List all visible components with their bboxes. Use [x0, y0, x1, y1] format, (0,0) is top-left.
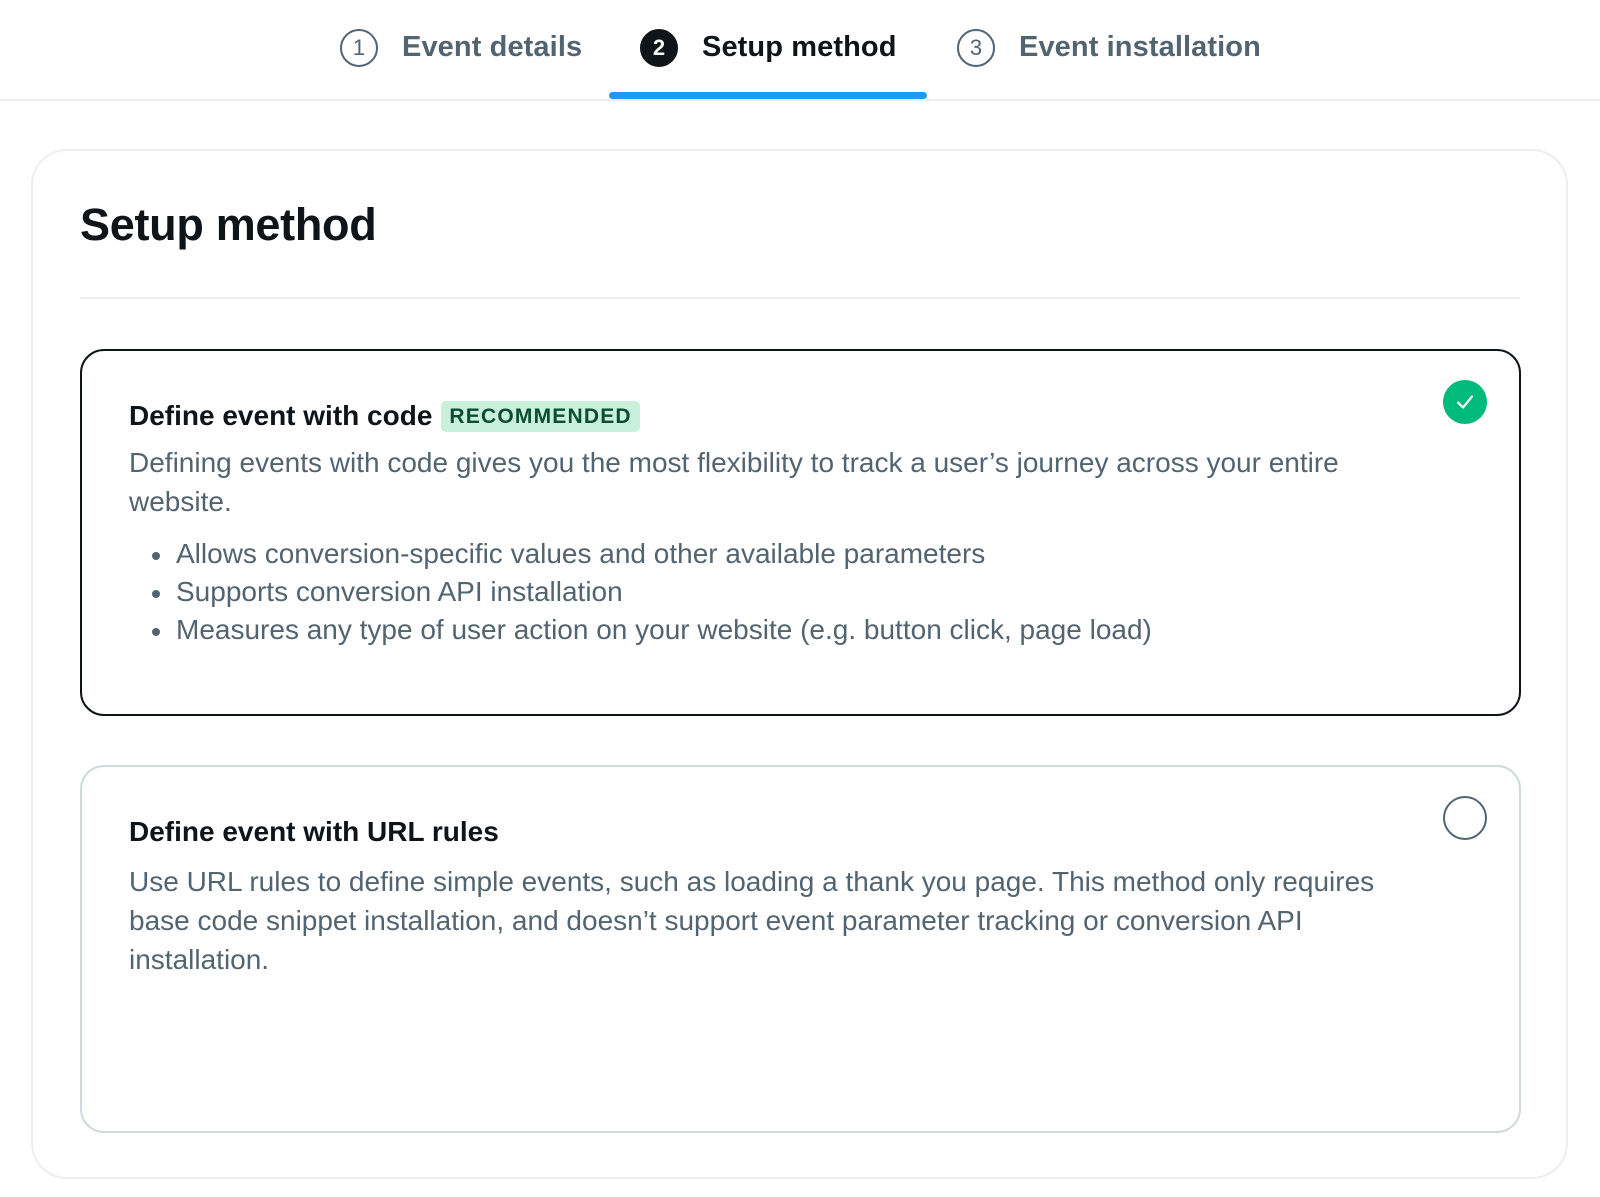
step-label: Setup method [702, 31, 897, 63]
option-header: Define event with code RECOMMENDED [129, 400, 640, 432]
option-header: Define event with URL rules [129, 816, 499, 848]
step-label: Event details [402, 31, 583, 63]
step-label: Event installation [1019, 31, 1261, 63]
step-setup-method[interactable]: 2 Setup method [640, 0, 897, 101]
feature-list: Allows conversion-specific values and ot… [152, 535, 1152, 649]
check-circle-icon[interactable] [1443, 380, 1487, 424]
step-event-installation[interactable]: 3 Event installation [957, 0, 1261, 101]
list-item: Supports conversion API installation [152, 573, 1152, 611]
step-number-badge: 2 [640, 28, 678, 67]
list-item: Allows conversion-specific values and ot… [152, 535, 1152, 573]
step-event-details[interactable]: 1 Event details [340, 0, 582, 101]
option-title: Define event with URL rules [129, 816, 499, 847]
option-define-event-with-url-rules[interactable]: Define event with URL rules Use URL rule… [80, 765, 1521, 1133]
option-title: Define event with code [129, 400, 433, 431]
setup-method-panel: Setup method Define event with code RECO… [31, 149, 1568, 1179]
stepper-header: 1 Event details 2 Setup method 3 Event i… [0, 0, 1600, 101]
list-item: Measures any type of user action on your… [152, 611, 1152, 649]
option-description: Use URL rules to define simple events, s… [129, 866, 1375, 975]
option-description: Defining events with code gives you the … [129, 447, 1339, 517]
empty-circle-icon[interactable] [1443, 796, 1487, 840]
divider [80, 297, 1520, 299]
active-step-indicator [609, 92, 927, 99]
step-number-badge: 3 [957, 28, 995, 67]
page-title: Setup method [80, 199, 377, 250]
checkmark-icon [1456, 395, 1474, 409]
recommended-badge: RECOMMENDED [441, 400, 640, 432]
option-define-event-with-code[interactable]: Define event with code RECOMMENDED Defin… [80, 349, 1521, 716]
step-number-badge: 1 [340, 28, 378, 67]
